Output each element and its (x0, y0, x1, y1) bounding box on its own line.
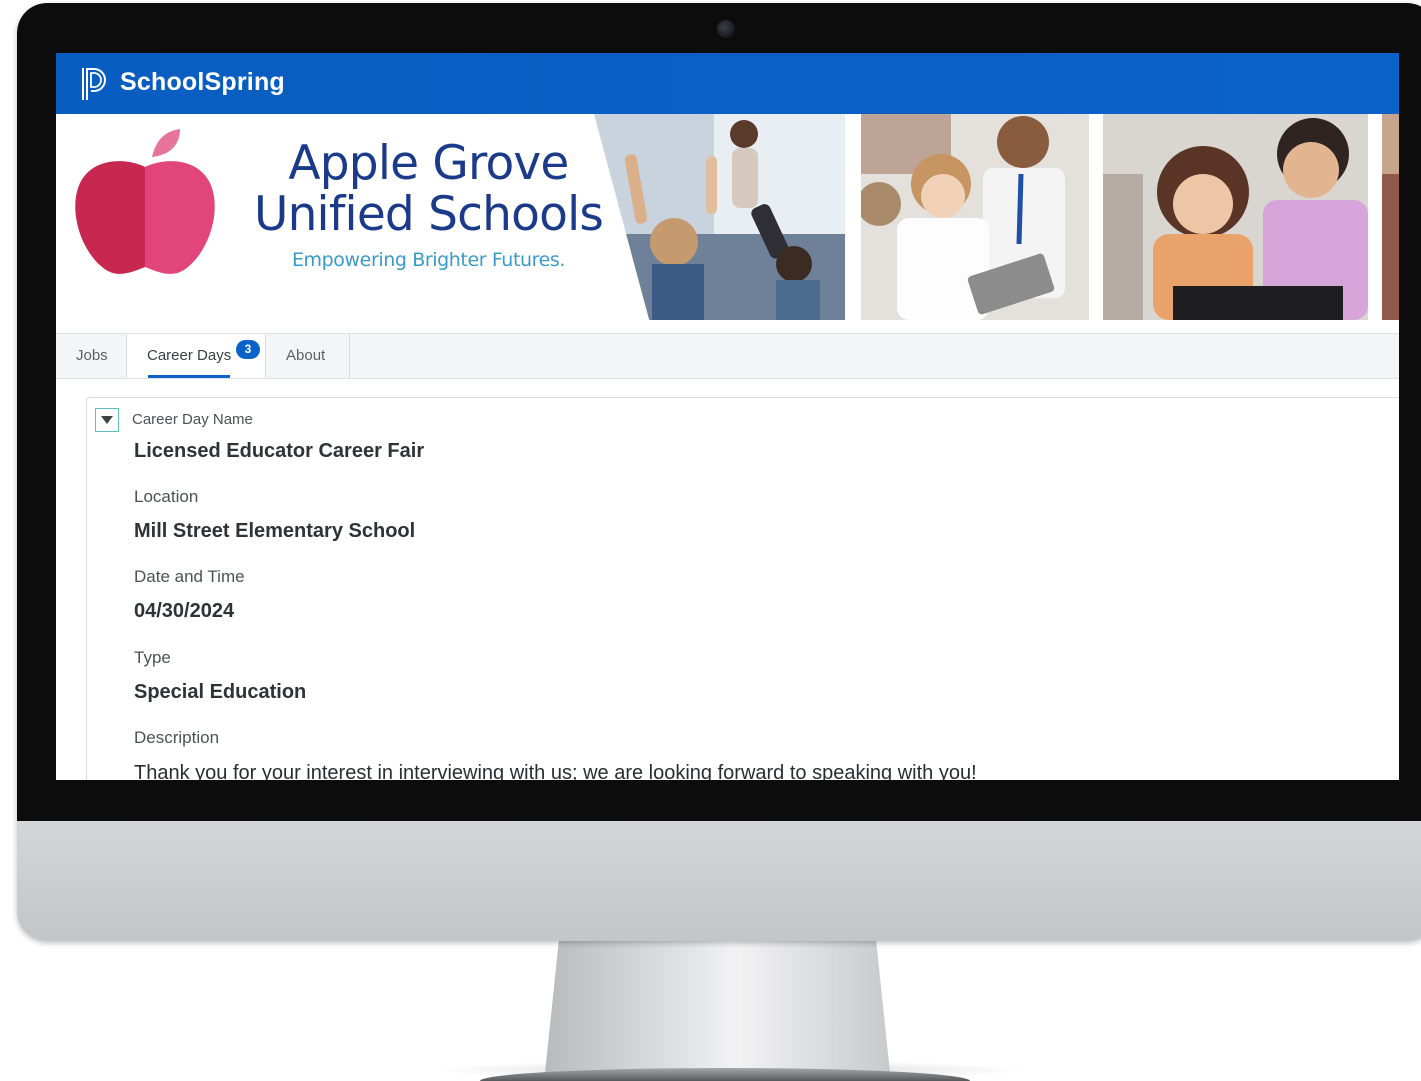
career-day-name: Licensed Educator Career Fair (134, 440, 425, 462)
tab-career-days[interactable]: Career Days 3 (127, 334, 266, 378)
location-label: Location (134, 487, 199, 506)
tab-about-label: About (286, 347, 326, 364)
career-days-count-badge: 3 (236, 340, 260, 359)
top-bar: SchoolSpring (56, 53, 1399, 114)
type-value: Special Education (134, 681, 307, 703)
tab-jobs[interactable]: Jobs (56, 334, 127, 378)
school-name-line1: Apple Grove (288, 136, 569, 191)
tab-about[interactable]: About (266, 334, 350, 378)
school-banner: Apple Grove Unified Schools Empowering B… (56, 114, 1399, 326)
schoolspring-logo-icon[interactable] (80, 66, 110, 102)
screen: SchoolSpring Apple Grove Unified Schools… (56, 53, 1399, 780)
camera-icon (717, 20, 735, 38)
caret-down-icon (101, 416, 113, 424)
tab-career-days-label: Career Days (147, 347, 232, 364)
description-value: Thank you for your interest in interview… (134, 762, 977, 780)
career-day-name-label: Career Day Name (132, 411, 253, 428)
type-label: Type (134, 648, 171, 667)
school-name: Apple Grove Unified Schools (246, 138, 611, 240)
banner-photo-edge (1382, 114, 1399, 320)
tab-bar: Jobs Career Days 3 About (56, 333, 1399, 379)
career-day-card: Career Day Name Licensed Educator Career… (86, 397, 1399, 780)
tab-jobs-label: Jobs (76, 347, 108, 364)
banner-photo-teacher-tablet (861, 114, 1089, 320)
description-label: Description (134, 728, 220, 747)
datetime-label: Date and Time (134, 567, 245, 586)
school-tagline: Empowering Brighter Futures. (291, 249, 566, 271)
apple-logo-icon (75, 129, 215, 274)
location-value: Mill Street Elementary School (134, 520, 416, 542)
collapse-toggle-button[interactable] (95, 408, 119, 432)
school-name-line2: Unified Schools (253, 187, 604, 242)
banner-photo-classroom (594, 114, 845, 320)
monitor-stand (545, 941, 890, 1073)
datetime-value: 04/30/2024 (134, 600, 235, 622)
brand-name[interactable]: SchoolSpring (120, 68, 285, 97)
monitor-chin (17, 821, 1421, 941)
active-tab-indicator (148, 375, 230, 378)
banner-photo-student-laptop (1103, 114, 1368, 320)
